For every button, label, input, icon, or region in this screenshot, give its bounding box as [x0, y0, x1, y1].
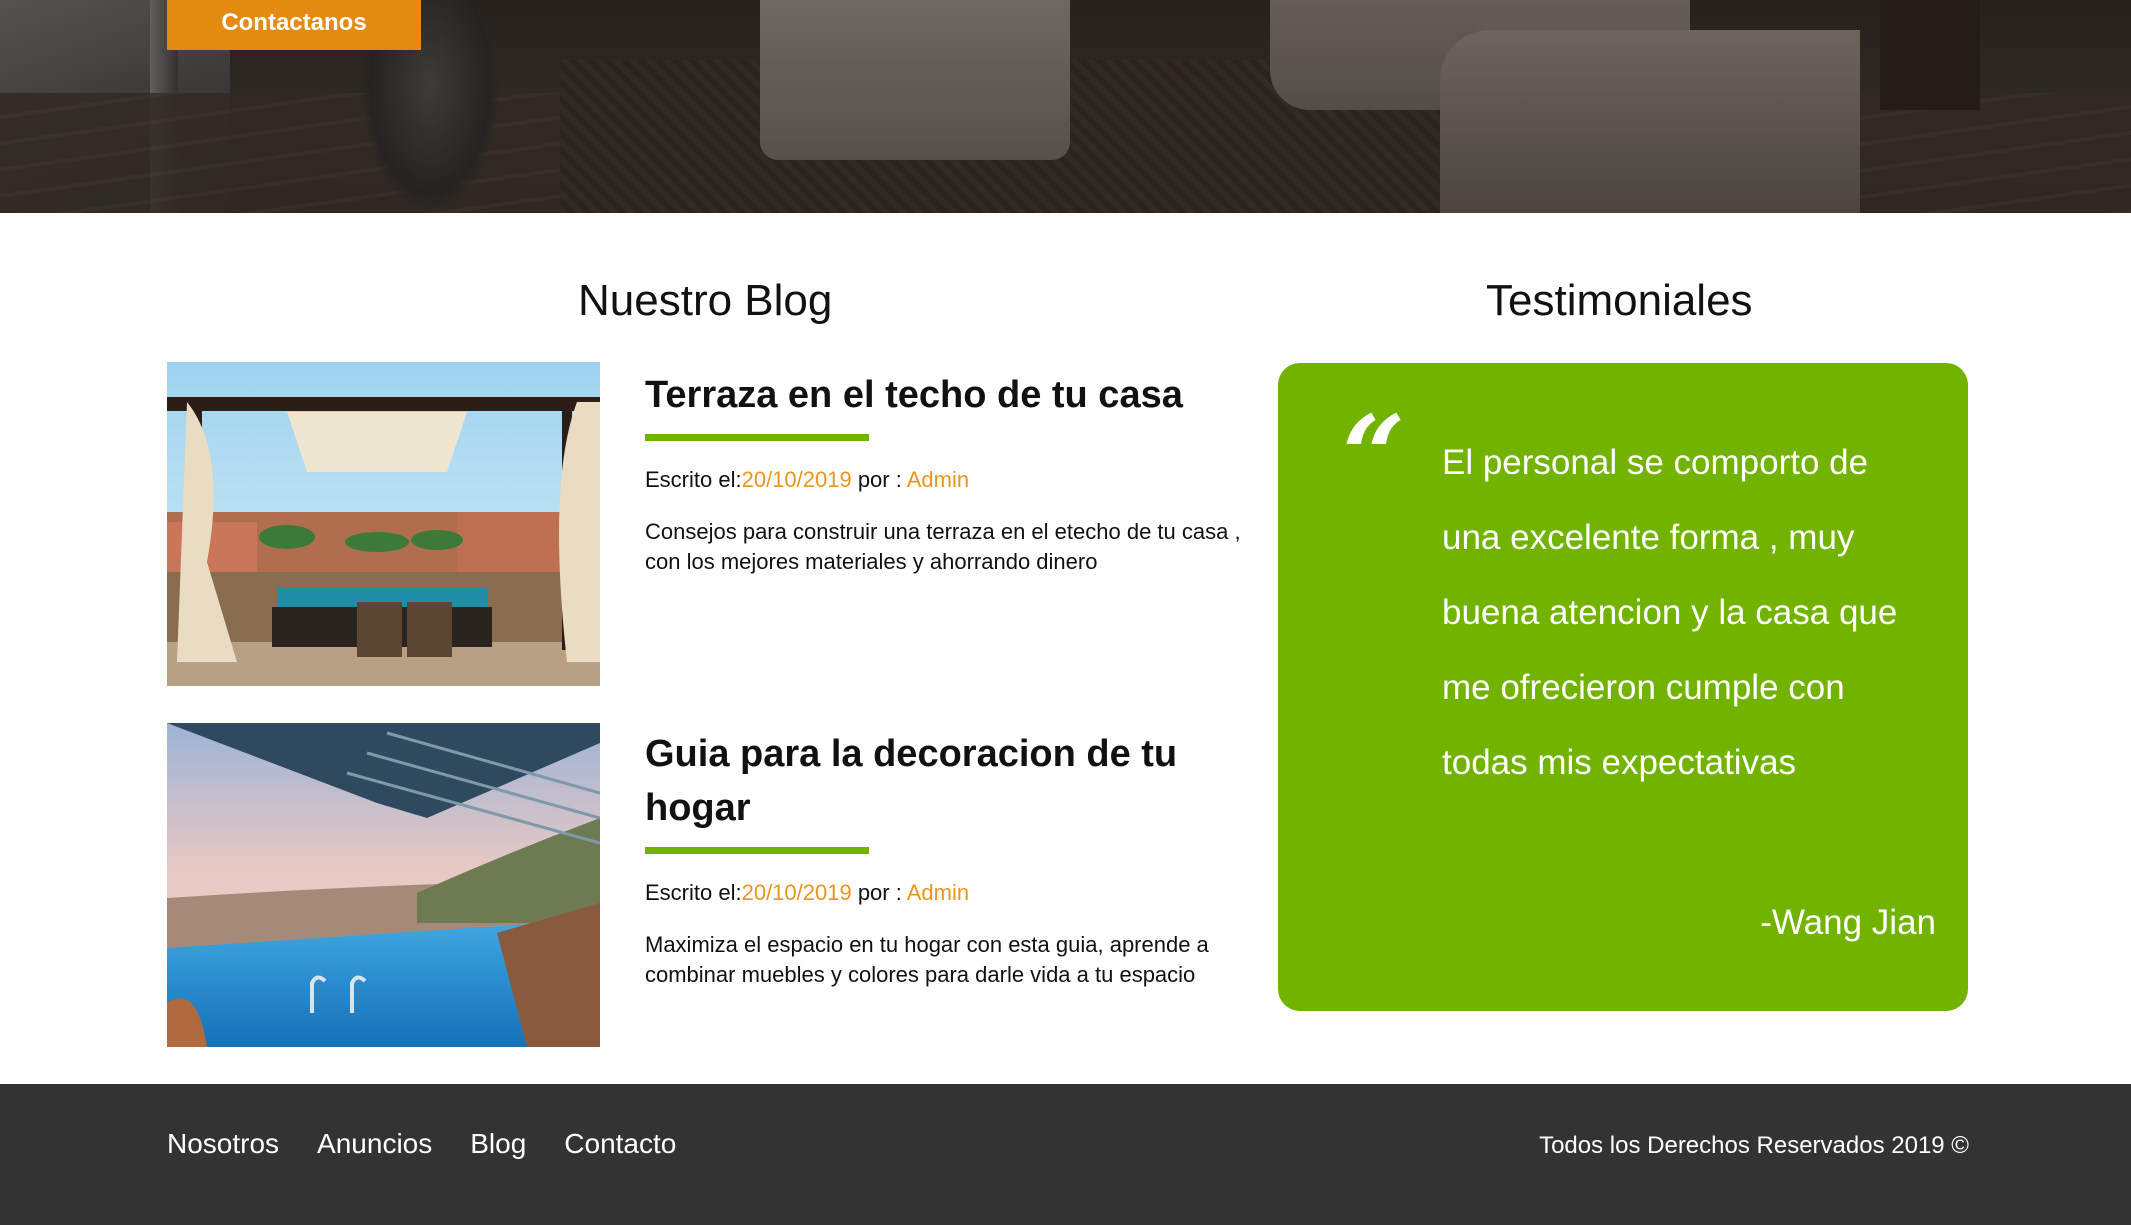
footer-link-blog[interactable]: Blog	[470, 1128, 526, 1160]
contact-button[interactable]: Contactanos	[167, 0, 421, 50]
footer-link-anuncios[interactable]: Anuncios	[317, 1128, 432, 1160]
post-meta: Escrito el:20/10/2019 por : Admin	[645, 467, 970, 492]
copyright-text: Todos los Derechos Reservados 2019 ©	[1539, 1132, 1969, 1159]
blog-section-title: Nuestro Blog	[578, 276, 833, 325]
testimonial-text: El personal se comporto de una excelente…	[1442, 443, 1898, 782]
footer-link-contacto[interactable]: Contacto	[564, 1128, 676, 1160]
post-author-link[interactable]: Admin	[907, 467, 969, 492]
blog-post: Terraza en el techo de tu casa Escrito e…	[167, 362, 1257, 686]
title-underline	[645, 847, 869, 854]
quote-icon: “	[1342, 391, 1406, 520]
pool-photo[interactable]	[167, 723, 600, 1047]
title-underline	[645, 434, 869, 441]
testimonial-card: “ El personal se comporto de una excelen…	[1278, 363, 1968, 1011]
post-excerpt: Maximiza el espacio en tu hogar con esta…	[645, 932, 1209, 987]
post-title[interactable]: Terraza en el techo de tu casa	[645, 368, 1257, 422]
post-meta: Escrito el:20/10/2019 por : Admin	[645, 880, 970, 905]
post-author-link[interactable]: Admin	[907, 880, 969, 905]
post-title[interactable]: Guia para la decoracion de tu hogar	[645, 727, 1257, 835]
post-date: 20/10/2019	[741, 467, 852, 492]
hero-banner: Contactanos	[0, 0, 2131, 213]
post-excerpt: Consejos para construir una terraza en e…	[645, 519, 1241, 574]
blog-post: Guia para la decoracion de tu hogar Escr…	[167, 723, 1257, 1047]
footer-link-nosotros[interactable]: Nosotros	[167, 1128, 279, 1160]
testimonials-section-title: Testimoniales	[1486, 276, 1753, 325]
testimonial-author: -Wang Jian	[1760, 903, 1936, 942]
footer-nav: Nosotros Anuncios Blog Contacto	[167, 1128, 676, 1160]
post-date: 20/10/2019	[741, 880, 852, 905]
footer: Nosotros Anuncios Blog Contacto Todos lo…	[0, 1084, 2131, 1225]
terrace-photo[interactable]	[167, 362, 600, 686]
